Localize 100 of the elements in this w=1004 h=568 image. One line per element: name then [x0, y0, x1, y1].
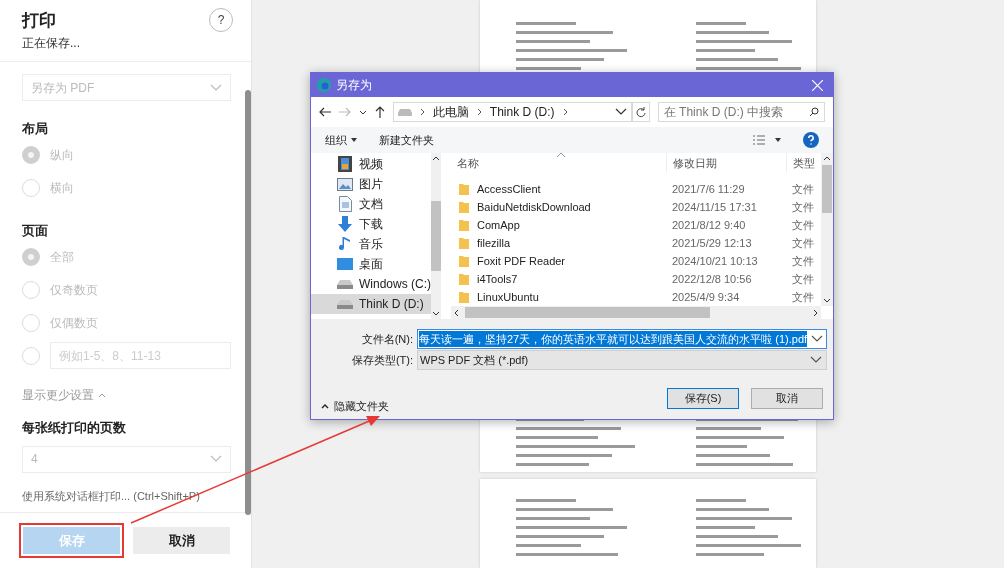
- chevron-down-icon[interactable]: [358, 109, 367, 115]
- modified-date: 2024/11/15 17:31: [671, 199, 758, 215]
- search-icon: [809, 107, 819, 117]
- caret-icon: [775, 138, 781, 142]
- folder-icon: [459, 291, 469, 303]
- view-menu[interactable]: [753, 135, 781, 145]
- chevron-down-icon: [811, 335, 823, 343]
- column-header[interactable]: 修改日期: [666, 153, 786, 173]
- scrollbar[interactable]: [821, 153, 833, 306]
- folder-icon: [459, 201, 469, 213]
- save-button[interactable]: 保存(S): [667, 387, 739, 409]
- radio-button[interactable]: [22, 346, 40, 365]
- folder-icon: [459, 255, 469, 267]
- file-name-field[interactable]: 每天读一遍，坚持27天，你的英语水平就可以达到跟美国人交流的水平啦 (1).pdf: [417, 329, 827, 349]
- status-text: 正在保存...: [22, 35, 80, 52]
- file-type: 文件: [791, 253, 814, 269]
- nav-item[interactable]: Think D (D:): [311, 294, 431, 314]
- chevron-up-icon: [321, 403, 329, 409]
- option-label: 纵向: [50, 147, 74, 164]
- field-label: 文件名(N):: [360, 331, 413, 347]
- drive-icon: [397, 108, 412, 116]
- browser-logo-icon: [317, 78, 331, 92]
- radio-button[interactable]: [22, 313, 40, 332]
- modified-date: 2021/8/12 9:40: [671, 217, 747, 233]
- chevron-down-icon: [823, 298, 831, 303]
- new-folder-button[interactable]: 新建文件夹: [379, 131, 434, 149]
- file-row[interactable]: BaiduNetdiskDownload 2024/11/15 17:31 文件: [451, 198, 821, 216]
- column-header[interactable]: 名称: [451, 153, 666, 173]
- file-name: i4Tools7: [477, 271, 518, 287]
- nav-item[interactable]: 下载: [311, 214, 431, 234]
- search-field[interactable]: 在 Think D (D:) 中搜索: [657, 102, 825, 122]
- folder-icon: [459, 237, 469, 249]
- file-row[interactable]: ComApp 2021/8/12 9:40 文件: [451, 216, 821, 234]
- file-row[interactable]: i4Tools7 2022/12/8 10:56 文件: [451, 270, 821, 288]
- breadcrumb-item[interactable]: Think D (D:): [489, 103, 555, 121]
- radio-button[interactable]: [22, 247, 40, 266]
- download-arrow-icon: [338, 216, 352, 232]
- nav-item[interactable]: 视频: [311, 154, 431, 174]
- nav-item[interactable]: 文档: [311, 194, 431, 214]
- file-type: 文件: [791, 199, 814, 215]
- option-label: 仅奇数页: [50, 281, 98, 299]
- file-name: LinuxUbuntu: [477, 289, 539, 305]
- file-row[interactable]: filezilla 2021/5/29 12:13 文件: [451, 234, 821, 252]
- up-arrow-icon[interactable]: [374, 106, 385, 118]
- nav-label: 图片: [359, 176, 383, 193]
- section-heading: 页面: [22, 221, 49, 240]
- nav-label: 音乐: [359, 236, 383, 253]
- image-icon: [337, 177, 353, 191]
- file-row[interactable]: Foxit PDF Reader 2024/10/21 10:13 文件: [451, 252, 821, 270]
- file-name: AccessClient: [477, 181, 541, 197]
- option-label: 仅偶数页: [50, 314, 98, 332]
- chevron-up-icon: [432, 156, 440, 161]
- folder-icon: [459, 273, 469, 285]
- hide-folders-toggle[interactable]: 隐藏文件夹: [321, 398, 389, 415]
- file-type-dropdown[interactable]: WPS PDF 文档 (*.pdf): [417, 350, 827, 370]
- option-label: 横向: [50, 180, 74, 197]
- file-name: BaiduNetdiskDownload: [477, 199, 591, 215]
- forward-arrow-icon[interactable]: [338, 107, 351, 117]
- horizontal-scrollbar[interactable]: [451, 306, 821, 319]
- film-icon: [338, 156, 352, 172]
- file-type: 文件: [791, 181, 814, 197]
- section-heading: 布局: [22, 120, 49, 138]
- nav-item[interactable]: 图片: [311, 174, 431, 194]
- nav-label: 文档: [359, 196, 383, 213]
- panel-title: 打印: [22, 10, 57, 32]
- chevron-right-icon: [419, 108, 425, 116]
- scrollbar[interactable]: [431, 153, 441, 319]
- address-bar[interactable]: 此电脑 Think D (D:): [392, 102, 632, 122]
- chevron-down-icon: [810, 356, 822, 364]
- file-name: Foxit PDF Reader: [477, 253, 566, 269]
- file-row[interactable]: LinuxUbuntu 2025/4/9 9:34 文件: [451, 288, 821, 306]
- file-type: 文件: [791, 217, 814, 233]
- breadcrumb-item[interactable]: 此电脑: [432, 103, 469, 121]
- scrollbar-thumb[interactable]: [245, 90, 251, 515]
- file-type: 文件: [791, 289, 814, 305]
- file-name: ComApp: [477, 217, 520, 233]
- chevron-down-icon: [210, 455, 222, 463]
- nav-item[interactable]: Windows (C:): [311, 274, 431, 294]
- document-icon: [338, 196, 352, 212]
- file-type: 文件: [791, 235, 814, 251]
- folder-icon: [459, 183, 469, 195]
- file-type: 文件: [791, 271, 814, 287]
- chevron-right-icon: [562, 108, 568, 116]
- nav-label: 视频: [359, 156, 383, 173]
- folder-icon: [459, 219, 469, 231]
- organize-menu[interactable]: 组织: [325, 131, 357, 149]
- nav-item[interactable]: 音乐: [311, 234, 431, 254]
- radio-button[interactable]: [22, 280, 40, 299]
- file-name: filezilla: [477, 235, 510, 251]
- back-arrow-icon[interactable]: [319, 107, 331, 117]
- radio-button[interactable]: [22, 179, 40, 197]
- nav-item[interactable]: 桌面: [311, 254, 431, 274]
- radio-button[interactable]: [22, 146, 40, 164]
- help-icon[interactable]: [803, 132, 819, 148]
- drive-icon: [337, 279, 353, 289]
- cancel-button[interactable]: 取消: [751, 387, 823, 409]
- music-note-icon: [339, 236, 351, 252]
- caret-icon: [351, 138, 357, 142]
- file-row[interactable]: AccessClient 2021/7/6 11:29 文件: [451, 180, 821, 198]
- refresh-button[interactable]: [631, 102, 650, 122]
